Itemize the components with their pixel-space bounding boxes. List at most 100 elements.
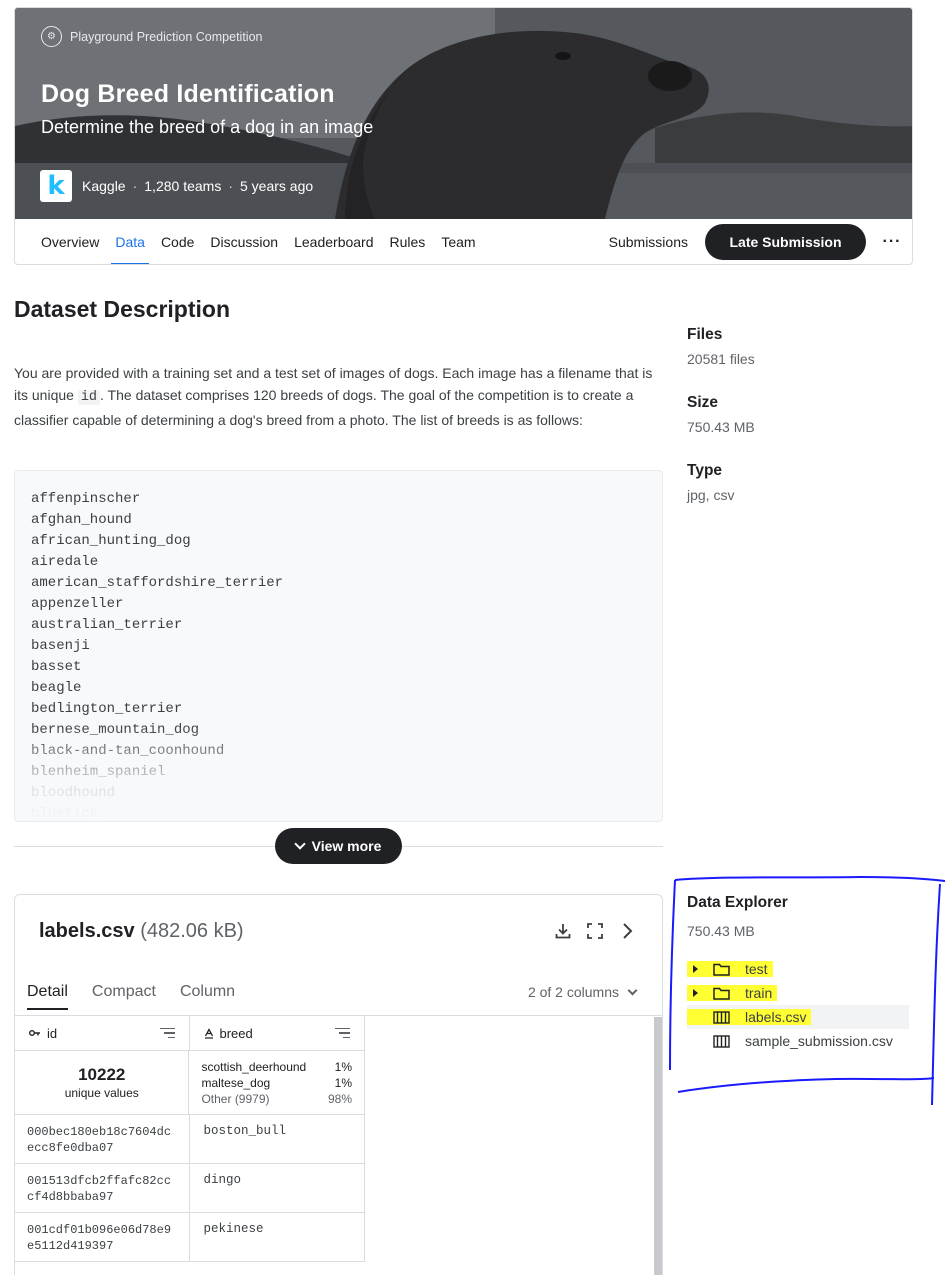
tab-overview[interactable]: Overview <box>41 219 99 264</box>
type-stat: Type jpg, csv <box>687 462 734 503</box>
tree-item-sample-submission-csv[interactable]: sample_submission.csv <box>687 1029 909 1053</box>
download-icon[interactable] <box>554 922 572 940</box>
dataset-description-text: You are provided with a training set and… <box>14 362 664 431</box>
tree-item-label: train <box>745 985 773 1001</box>
tree-item-label: test <box>745 961 768 977</box>
tab-column[interactable]: Column <box>180 983 235 1010</box>
expand-arrow-icon[interactable] <box>687 965 703 973</box>
hero-banner: ⚙ Playground Prediction Competition Dog … <box>15 8 912 219</box>
string-type-icon <box>204 1027 213 1039</box>
tab-leaderboard[interactable]: Leaderboard <box>294 219 373 264</box>
breed-list-item: basenji <box>31 638 90 654</box>
size-stat: Size 750.43 MB <box>687 394 755 435</box>
competition-age: 5 years ago <box>240 178 314 194</box>
view-more-button[interactable]: View more <box>275 828 402 864</box>
unique-label: unique values <box>64 1086 139 1100</box>
competition-type-label: Playground Prediction Competition <box>70 29 263 44</box>
data-explorer-size: 750.43 MB <box>687 923 755 939</box>
data-table: id breed 10222 unique values scottish_de… <box>15 1016 365 1262</box>
tab-rules[interactable]: Rules <box>390 219 426 264</box>
breed-summary: scottish_deerhound 1% maltese_dog 1% Other… <box>189 1051 364 1114</box>
table-header: id breed <box>15 1016 364 1051</box>
file-tree: test train labels.csv sample_submission.… <box>687 957 909 1053</box>
table-row: 001cdf01b096e06d78e9e5112d419397 pekines… <box>15 1213 364 1262</box>
file-name: labels.csv <box>39 920 135 942</box>
view-more-label: View more <box>311 838 382 854</box>
tab-detail[interactable]: Detail <box>27 983 68 1010</box>
tab-discussion[interactable]: Discussion <box>210 219 278 264</box>
table-row: 000bec180eb18c7604dcecc8fe0dba07 boston_… <box>15 1115 364 1164</box>
size-label: Size <box>687 394 719 411</box>
column-count-label: 2 of 2 columns <box>527 984 619 1000</box>
late-submission-button[interactable]: Late Submission <box>705 224 866 260</box>
highlight-mark: train <box>687 985 778 1001</box>
tree-item-labels-csv[interactable]: labels.csv <box>687 1005 909 1029</box>
separator: · <box>132 178 138 194</box>
competition-meta: k Kaggle · 1,280 teams · 5 years ago <box>40 170 313 202</box>
column-header-breed[interactable]: breed <box>190 1016 365 1050</box>
file-preview-card: labels.csv (482.06 kB) Detail Compact Co… <box>14 894 663 1275</box>
column-name: id <box>47 1025 58 1041</box>
sort-icon[interactable] <box>335 1027 350 1039</box>
host-name[interactable]: Kaggle <box>82 178 126 194</box>
separator: · <box>228 178 233 194</box>
file-size: (482.06 kB) <box>140 920 244 942</box>
tree-item-train[interactable]: train <box>687 981 909 1005</box>
breed-list-item: australian_terrier <box>31 617 183 633</box>
breed-list-item: airedale <box>31 554 99 570</box>
cell-id: 001513dfcb2ffafc82cccf4d8bbaba97 <box>15 1164 190 1212</box>
tree-item-label: sample_submission.csv <box>745 1033 893 1049</box>
breed-list-item: affenpinscher <box>31 491 141 507</box>
type-value: jpg, csv <box>687 487 735 503</box>
competition-header: ⚙ Playground Prediction Competition Dog … <box>14 7 913 265</box>
id-summary: 10222 unique values <box>15 1051 190 1114</box>
files-label: Files <box>687 326 723 343</box>
table-icon <box>713 1034 733 1048</box>
chevron-down-icon <box>627 985 638 995</box>
column-name: breed <box>219 1025 253 1041</box>
folder-icon <box>713 963 733 976</box>
cell-breed: pekinese <box>203 1222 264 1236</box>
highlight-mark: test <box>687 961 773 977</box>
highlight-mark: labels.csv <box>687 1009 812 1025</box>
tab-team[interactable]: Team <box>441 219 475 264</box>
inline-code: id <box>77 390 101 405</box>
column-summary-row: 10222 unique values scottish_deerhound 1%… <box>15 1051 364 1115</box>
vertical-scrollbar[interactable] <box>654 1017 662 1275</box>
cell-breed: dingo <box>203 1173 242 1187</box>
expand-arrow-icon[interactable] <box>687 989 703 997</box>
cell-breed: boston_bull <box>203 1124 287 1138</box>
tab-compact[interactable]: Compact <box>92 983 156 1010</box>
files-value: 20581 files <box>687 351 755 367</box>
folder-icon <box>713 987 733 1000</box>
summary-label: maltese_dog <box>201 1076 271 1090</box>
fade-overlay <box>15 726 662 821</box>
summary-pct: 1% <box>334 1060 352 1074</box>
breed-summary-row: Other (9979) 98% <box>201 1091 352 1107</box>
kaggle-logo-icon[interactable]: k <box>40 170 72 202</box>
sort-icon[interactable] <box>159 1027 175 1039</box>
fullscreen-icon[interactable] <box>586 922 604 940</box>
description-text-part: . The dataset comprises 120 breeds of do… <box>14 387 634 428</box>
chevron-right-icon[interactable] <box>618 922 636 940</box>
unique-count: 10222 <box>78 1065 126 1084</box>
size-value: 750.43 MB <box>687 419 755 435</box>
column-header-id[interactable]: id <box>15 1016 190 1050</box>
table-row: 001513dfcb2ffafc82cccf4d8bbaba97 dingo <box>15 1164 364 1213</box>
chevron-down-icon <box>293 838 306 850</box>
breed-list-item: beagle <box>31 680 82 696</box>
column-count-dropdown[interactable]: 2 of 2 columns <box>527 984 638 1000</box>
breed-summary-row: scottish_deerhound 1% <box>201 1059 352 1075</box>
summary-pct: 98% <box>327 1092 352 1106</box>
submissions-link[interactable]: Submissions <box>609 234 688 250</box>
cell-id: 001cdf01b096e06d78e9e5112d419397 <box>15 1213 190 1261</box>
tab-data[interactable]: Data <box>111 219 149 264</box>
breed-summary-row: maltese_dog 1% <box>201 1075 352 1091</box>
preview-tabs: Detail Compact Column <box>27 983 259 1010</box>
breed-list-code-block: affenpinscher afghan_hound african_hunting… <box>14 470 663 822</box>
more-options-icon[interactable]: ··· <box>880 233 904 251</box>
breed-list-item: basset <box>31 659 82 675</box>
tree-item-label: labels.csv <box>745 1009 807 1025</box>
tree-item-test[interactable]: test <box>687 957 909 981</box>
tab-code[interactable]: Code <box>161 219 194 264</box>
